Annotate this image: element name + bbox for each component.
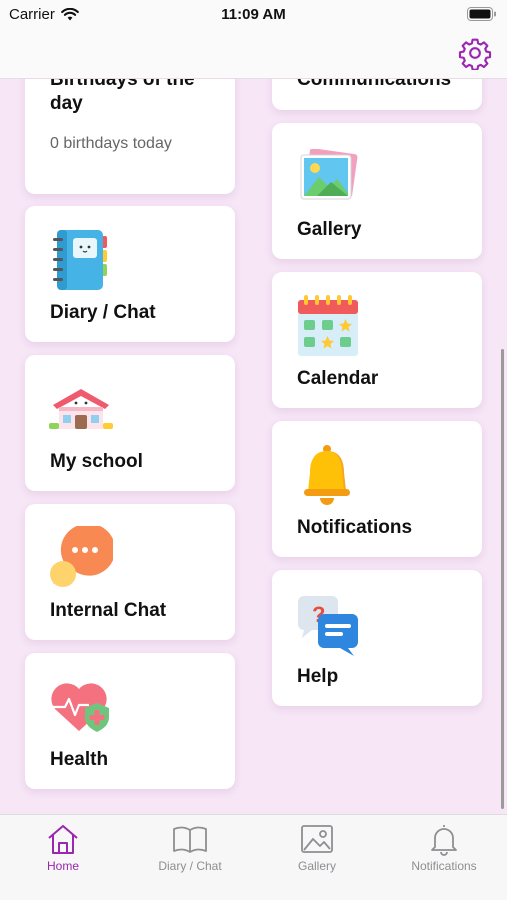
- birthdays-title-line1: Birthdays of the: [50, 79, 195, 90]
- gallery-card[interactable]: Gallery: [272, 123, 482, 259]
- notebook-icon: [53, 230, 107, 290]
- tab-diary-chat[interactable]: Diary / Chat: [127, 815, 253, 885]
- communications-card[interactable]: Communications: [272, 79, 482, 110]
- top-bar: [0, 30, 507, 79]
- photos-icon: [300, 149, 358, 200]
- birthdays-title-line2: day: [50, 93, 83, 114]
- help-card[interactable]: ? Help: [272, 570, 482, 706]
- calendar-card[interactable]: Calendar: [272, 272, 482, 408]
- dashboard-grid: Birthdays of the day 0 birthdays today D…: [0, 79, 507, 814]
- gallery-title: Gallery: [297, 219, 362, 240]
- diary-chat-card[interactable]: Diary / Chat: [25, 206, 235, 342]
- tab-notifications-label: Notifications: [411, 859, 477, 873]
- my-school-card[interactable]: My school: [25, 355, 235, 491]
- diary-chat-title: Diary / Chat: [50, 302, 156, 323]
- school-house-icon: [49, 389, 113, 429]
- internal-chat-card[interactable]: Internal Chat: [25, 504, 235, 640]
- tab-bar: Home Diary / Chat Gallery Notifications: [0, 814, 507, 900]
- home-icon: [48, 825, 78, 854]
- tab-home-label: Home: [46, 859, 79, 873]
- tab-notifications[interactable]: Notifications: [381, 815, 507, 885]
- internal-chat-title: Internal Chat: [50, 600, 167, 621]
- chat-bubbles-icon: [50, 526, 113, 587]
- status-bar: Carrier 11:09 AM: [0, 0, 507, 30]
- image-icon: [301, 825, 333, 853]
- tab-diary-chat-label: Diary / Chat: [158, 859, 222, 873]
- help-title: Help: [297, 666, 339, 687]
- bell-icon: [304, 445, 350, 505]
- notifications-title: Notifications: [297, 517, 413, 538]
- birthdays-card[interactable]: Birthdays of the day 0 birthdays today: [25, 79, 235, 194]
- scrollbar[interactable]: [501, 349, 504, 809]
- health-title: Health: [50, 749, 109, 770]
- tab-home[interactable]: Home: [0, 815, 126, 885]
- help-chat-icon: ?: [298, 596, 358, 656]
- gear-icon: [458, 38, 492, 70]
- heart-shield-icon: [51, 683, 109, 732]
- calendar-title: Calendar: [297, 368, 379, 389]
- tab-gallery[interactable]: Gallery: [254, 815, 380, 885]
- bell-outline-icon: [431, 825, 457, 856]
- calendar-icon: [298, 295, 358, 356]
- health-card[interactable]: Health: [25, 653, 235, 789]
- communications-title: Communications: [297, 79, 452, 90]
- status-time: 11:09 AM: [221, 6, 286, 23]
- home-indicator: [186, 887, 321, 892]
- settings-button[interactable]: [457, 35, 493, 71]
- tab-gallery-label: Gallery: [297, 859, 336, 873]
- book-icon: [173, 826, 207, 853]
- battery-icon: [467, 7, 496, 21]
- my-school-title: My school: [50, 451, 143, 472]
- birthdays-count: 0 birthdays today: [50, 135, 172, 152]
- notifications-card[interactable]: Notifications: [272, 421, 482, 557]
